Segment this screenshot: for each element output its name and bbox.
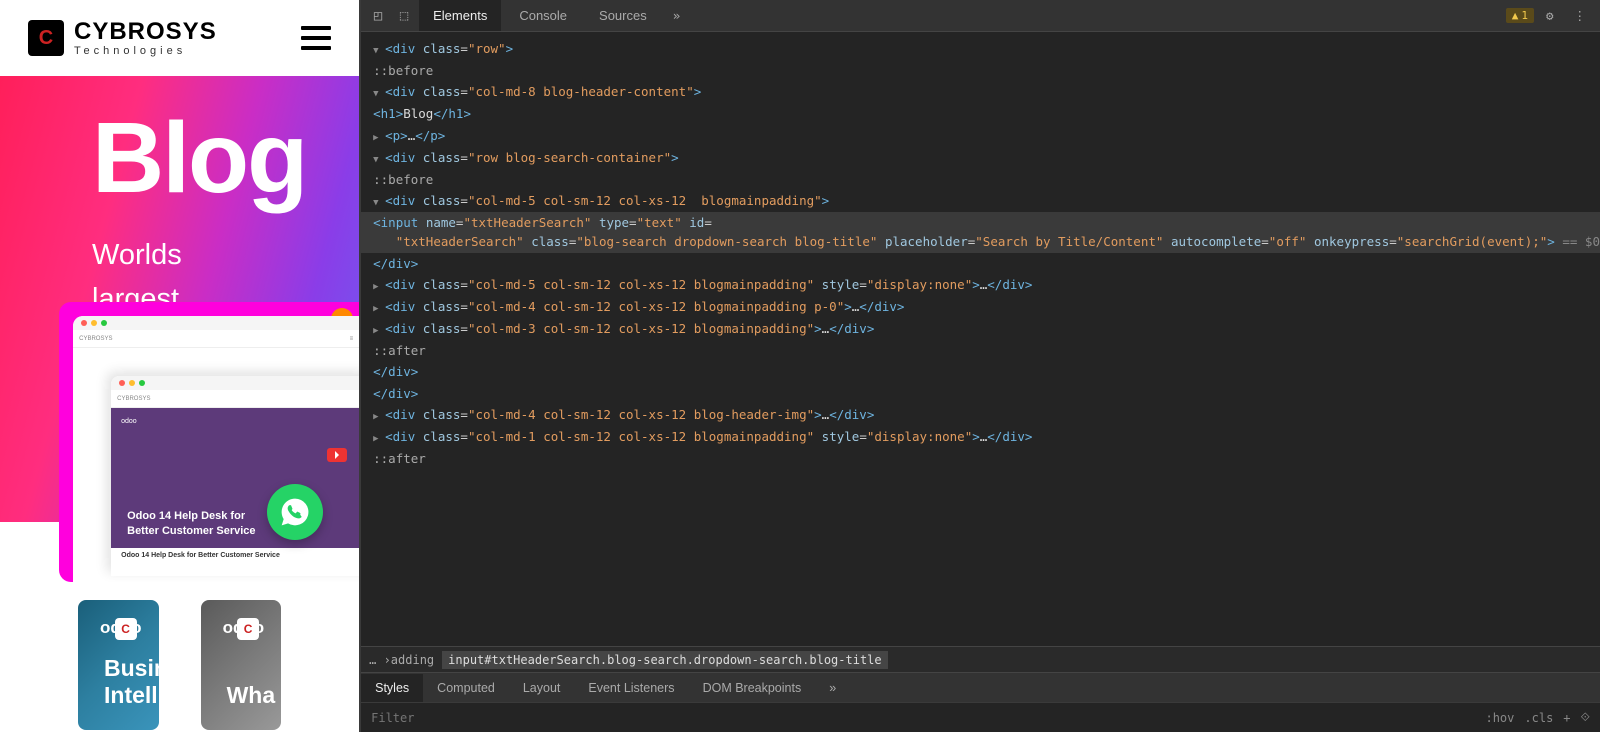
blog-card[interactable]: odoo C Wha [201, 600, 282, 730]
whatsapp-button[interactable] [267, 484, 323, 540]
kebab-menu-icon[interactable]: ⋮ [1566, 8, 1595, 23]
inspect-element-icon[interactable]: ◰ [367, 5, 389, 27]
dom-breadcrumb[interactable]: … ›adding input#txtHeaderSearch.blog-sea… [361, 646, 1600, 672]
blog-card[interactable]: odoo C Business Intelligence [78, 600, 159, 730]
tab-layout[interactable]: Layout [509, 674, 575, 702]
styles-filter-input[interactable] [371, 711, 451, 725]
settings-icon[interactable]: ⚙ [1538, 8, 1562, 23]
logo-mark-icon: C [28, 20, 64, 56]
tab-console[interactable]: Console [505, 0, 581, 31]
styles-filter-bar: :hov .cls + ⟐ [361, 702, 1600, 732]
tabs-overflow-icon[interactable]: » [665, 8, 689, 23]
cls-toggle[interactable]: .cls [1524, 711, 1553, 725]
tab-sources[interactable]: Sources [585, 0, 661, 31]
tab-elements[interactable]: Elements [419, 0, 501, 31]
logo[interactable]: C CYBROSYS Technologies [28, 20, 217, 57]
devtools-tabbar: ◰ ⬚ Elements Console Sources » ▲ 1 ⚙ ⋮ [361, 0, 1600, 32]
browser-pane: C CYBROSYS Technologies Blog Worlds larg… [0, 0, 359, 732]
tab-styles[interactable]: Styles [361, 674, 423, 702]
hamburger-menu-icon[interactable] [301, 26, 331, 50]
brand-sub: Technologies [74, 46, 217, 57]
preview-brand: CYBROSYS [79, 336, 112, 342]
new-style-rule-icon[interactable]: + [1563, 711, 1570, 725]
page-title: Blog [92, 101, 267, 216]
whatsapp-icon [279, 496, 311, 528]
breadcrumb-current[interactable]: input#txtHeaderSearch.blog-search.dropdo… [442, 651, 887, 669]
cybrosys-badge-icon: C [115, 618, 137, 640]
odoo-badge: odoo [121, 418, 137, 425]
devtools-panel: ◰ ⬚ Elements Console Sources » ▲ 1 ⚙ ⋮ <… [359, 0, 1600, 732]
card-title: Wha [227, 682, 256, 710]
tab-event-listeners[interactable]: Event Listeners [574, 674, 688, 702]
preview-brand-2: CYBROSYS [117, 396, 150, 402]
card-grid: odoo C Business Intelligence odoo C Wha [0, 522, 359, 732]
tab-dom-breakpoints[interactable]: DOM Breakpoints [689, 674, 816, 702]
dom-tree[interactable]: <div class="row"> ::before <div class="c… [361, 32, 1600, 646]
youtube-icon [327, 448, 347, 462]
styles-tabbar: Styles Computed Layout Event Listeners D… [361, 672, 1600, 702]
site-header: C CYBROSYS Technologies [0, 0, 359, 76]
cybrosys-badge-icon: C [237, 618, 259, 640]
hero-section: Blog Worlds largest collection of odoo b… [0, 76, 359, 522]
card-title: Business Intelligence [104, 655, 133, 710]
warnings-badge[interactable]: ▲ 1 [1506, 8, 1534, 23]
hov-toggle[interactable]: :hov [1485, 711, 1514, 725]
styles-more-icon[interactable]: ⟐ [1581, 710, 1590, 725]
selected-dom-node[interactable]: <input name="txtHeaderSearch" type="text… [361, 212, 1600, 253]
device-toggle-icon[interactable]: ⬚ [393, 5, 415, 27]
brand-name: CYBROSYS [74, 20, 217, 44]
styles-overflow-icon[interactable]: » [815, 674, 850, 702]
tab-computed[interactable]: Computed [423, 674, 509, 702]
